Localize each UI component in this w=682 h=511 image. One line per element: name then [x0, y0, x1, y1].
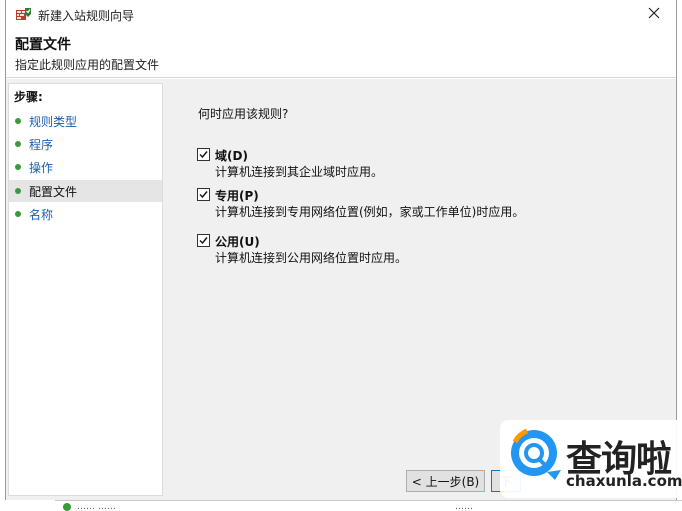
page-subtitle: 指定此规则应用的配置文件 [15, 58, 160, 72]
close-button[interactable] [632, 0, 676, 28]
step-label: 配置文件 [29, 185, 78, 199]
option-description: 计算机连接到专用网络位置(例如，家或工作单位)时应用。 [215, 205, 525, 219]
option-domain: 域(D) 计算机连接到其企业域时应用。 [197, 147, 657, 181]
option-description: 计算机连接到公用网络位置时应用。 [215, 251, 408, 265]
option-private: 专用(P) 计算机连接到专用网络位置(例如，家或工作单位)时应用。 [197, 187, 657, 221]
step-label: 程序 [29, 138, 54, 152]
private-checkbox[interactable] [197, 188, 210, 201]
background-text: …… …… [77, 502, 116, 511]
option-label: 域(D) [215, 149, 248, 163]
step-bullet-icon [15, 188, 21, 194]
public-checkbox[interactable] [197, 234, 210, 247]
step-bullet-icon [15, 164, 21, 170]
step-label: 名称 [29, 208, 54, 222]
step-label: 规则类型 [29, 115, 78, 129]
page-title: 配置文件 [15, 37, 71, 53]
step-bullet-icon [15, 141, 21, 147]
option-public: 公用(U) 计算机连接到公用网络位置时应用。 [197, 233, 657, 267]
chaxunla-logo-icon [509, 428, 563, 482]
option-description: 计算机连接到其企业域时应用。 [215, 165, 384, 179]
close-icon [648, 7, 660, 22]
watermark-url: chaxunla.com [566, 472, 682, 490]
step-rule-type[interactable]: 规则类型 [9, 110, 162, 132]
step-profile: 配置文件 [9, 180, 162, 202]
step-label: 操作 [29, 161, 54, 175]
option-label: 专用(P) [215, 189, 259, 203]
page-header: 配置文件 指定此规则应用的配置文件 [6, 28, 676, 78]
background-window-strip: …… …… …… [55, 500, 682, 511]
steps-panel: 步骤: 规则类型 程序 操作 配置文件 名称 [8, 83, 163, 496]
domain-checkbox[interactable] [197, 148, 210, 161]
option-label: 公用(U) [215, 235, 260, 249]
firewall-wizard-icon [16, 7, 32, 21]
step-bullet-icon [15, 211, 21, 217]
question-text: 何时应用该规则? [198, 107, 289, 121]
steps-label: 步骤: [14, 90, 43, 104]
step-action[interactable]: 操作 [9, 156, 162, 178]
window-title: 新建入站规则向导 [38, 9, 135, 23]
background-text-right: …… [455, 502, 473, 511]
status-dot-icon [63, 503, 71, 511]
step-bullet-icon [15, 118, 21, 124]
back-button[interactable]: < 上一步(B) [406, 470, 485, 492]
watermark: 查询啦 chaxunla.com [500, 420, 682, 498]
step-program[interactable]: 程序 [9, 133, 162, 155]
step-name[interactable]: 名称 [9, 203, 162, 225]
title-bar: 新建入站规则向导 [6, 0, 676, 28]
